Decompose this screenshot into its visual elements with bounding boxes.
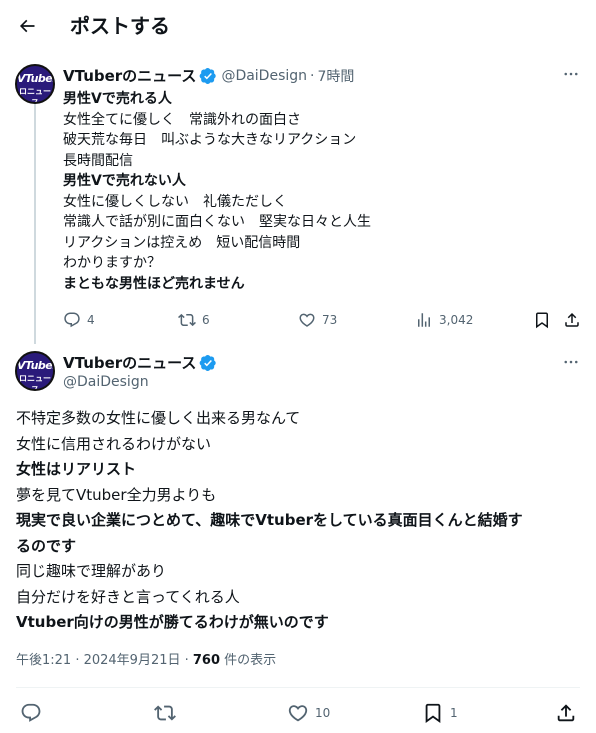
text-line: 女性はリアリスト bbox=[16, 460, 137, 478]
text-line: 常識人で話が別に面白くない 堅実な日々と人生 bbox=[63, 214, 371, 230]
text-line: 現実で良い企業につとめて、趣味でVtuberをしている真面目くんと結婚す bbox=[16, 511, 523, 529]
like-count: 73 bbox=[322, 313, 338, 327]
heart-icon bbox=[299, 313, 315, 327]
reply-icon bbox=[64, 312, 80, 328]
text-line: 男性Vで売れる人 bbox=[63, 91, 172, 107]
avatar-logo-subtext: ロニュース bbox=[19, 374, 51, 391]
repost-icon bbox=[178, 313, 196, 327]
divider bbox=[16, 687, 580, 688]
text-line: わかりますか？ bbox=[63, 255, 161, 271]
share-button[interactable] bbox=[563, 311, 581, 329]
like-button[interactable]: 10 bbox=[287, 702, 330, 724]
heart-icon bbox=[288, 705, 308, 722]
post-timestamp[interactable]: 午後1:21 · 2024年9月21日 · bbox=[16, 653, 193, 668]
more-options-icon[interactable] bbox=[561, 64, 581, 84]
avatar[interactable]: VTuber ロニュース bbox=[15, 64, 55, 104]
post-time[interactable]: 7時間 bbox=[317, 66, 354, 86]
thread-line bbox=[34, 104, 36, 344]
text-line: リアクションは控えめ 短い配信時間 bbox=[63, 234, 301, 251]
reply-button[interactable]: 4 bbox=[63, 311, 95, 329]
repost-count: 6 bbox=[202, 313, 210, 327]
text-line: 男性Vで売れない人 bbox=[63, 173, 186, 189]
bookmark-count: 1 bbox=[450, 706, 458, 720]
main-post-text: 不特定多数の女性に優しく出来る男なんて 女性に信用されるわけがない 女性はリアリ… bbox=[16, 406, 586, 636]
text-line: まともな男性ほど売れません bbox=[63, 275, 245, 292]
more-options-icon[interactable] bbox=[561, 352, 581, 372]
view-count: 760 bbox=[192, 653, 221, 668]
text-line: 長時間配信 bbox=[63, 152, 133, 169]
quoted-author-row: VTuberのニュース @DaiDesign · 7時間 bbox=[63, 65, 354, 86]
avatar-logo-subtext: ロニュース bbox=[19, 87, 51, 104]
bookmark-icon bbox=[425, 703, 441, 724]
share-icon bbox=[557, 704, 575, 722]
main-action-bar: 10 1 bbox=[20, 702, 580, 724]
post-meta: 午後1:21 · 2024年9月21日 · 760 件の表示 bbox=[16, 649, 276, 668]
like-button[interactable]: 73 bbox=[298, 311, 337, 329]
main-author-row: VTuberのニュース bbox=[63, 352, 217, 373]
reply-button[interactable] bbox=[20, 702, 42, 724]
text-line: るのです bbox=[16, 536, 77, 555]
like-count: 10 bbox=[315, 706, 331, 720]
quoted-post-text: 男性Vで売れる人 女性全てに優しく 常識外れの面白さ 破天荒な毎日 叫ぶような大… bbox=[63, 89, 563, 294]
author-name[interactable]: VTuberのニュース bbox=[63, 352, 196, 373]
top-bar: ポストする bbox=[0, 0, 596, 53]
repost-button[interactable]: 6 bbox=[178, 311, 210, 329]
text-line: 自分だけを好きと言ってくれる人 bbox=[16, 587, 240, 606]
views-button[interactable]: 3,042 bbox=[415, 311, 473, 329]
share-icon bbox=[565, 312, 579, 327]
page-title: ポストする bbox=[70, 14, 170, 38]
bookmark-button[interactable] bbox=[533, 311, 551, 329]
reply-count: 4 bbox=[87, 313, 95, 327]
author-handle[interactable]: @DaiDesign bbox=[221, 68, 307, 84]
text-line: Vtuber向けの男性が勝てるわけが無いのです bbox=[16, 613, 329, 631]
reply-icon bbox=[21, 703, 41, 722]
repost-button[interactable] bbox=[154, 702, 176, 724]
verified-badge-icon bbox=[199, 354, 217, 372]
author-handle[interactable]: @DaiDesign bbox=[63, 374, 149, 390]
share-button[interactable] bbox=[555, 702, 577, 724]
separator-dot: · bbox=[310, 67, 315, 84]
text-line: 女性に優しくしない 礼儀ただしく bbox=[63, 193, 287, 210]
text-line: 破天荒な毎日 叫ぶような大きなリアクション bbox=[63, 132, 357, 148]
bookmark-button[interactable]: 1 bbox=[422, 702, 458, 724]
text-line: 女性に信用されるわけがない bbox=[16, 434, 212, 453]
text-line: 女性全てに優しく 常識外れの面白さ bbox=[63, 111, 301, 128]
views-count: 3,042 bbox=[439, 313, 474, 327]
bookmark-icon bbox=[536, 312, 548, 329]
quoted-action-bar: 4 6 73 3,042 bbox=[63, 311, 583, 331]
verified-badge-icon bbox=[199, 67, 217, 85]
views-chart-icon bbox=[418, 313, 430, 327]
avatar-logo-text: VTuber bbox=[17, 72, 55, 85]
repost-icon bbox=[154, 705, 176, 721]
view-label: 件の表示 bbox=[220, 653, 277, 668]
back-arrow-icon[interactable] bbox=[14, 13, 40, 39]
text-line: 夢を見てVtuber全力男よりも bbox=[16, 485, 217, 504]
text-line: 不特定多数の女性に優しく出来る男なんて bbox=[16, 409, 301, 427]
avatar-logo-text: VTuber bbox=[17, 359, 55, 372]
avatar[interactable]: VTuber ロニュース bbox=[15, 351, 55, 391]
author-name[interactable]: VTuberのニュース bbox=[63, 65, 196, 86]
text-line: 同じ趣味で理解があり bbox=[16, 562, 167, 580]
